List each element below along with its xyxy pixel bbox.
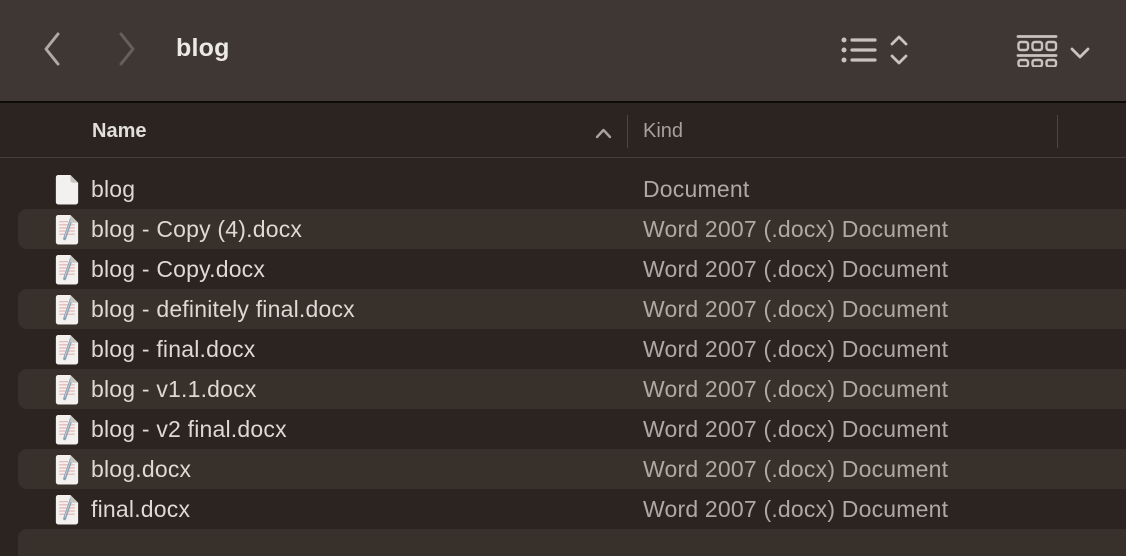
file-kind: Document: [643, 176, 749, 203]
file-row[interactable]: blog - definitely final.docx Word 2007 (…: [0, 289, 1126, 329]
finder-window: blog: [0, 0, 1126, 556]
file-kind: Word 2007 (.docx) Document: [643, 336, 948, 363]
list-view-button[interactable]: [841, 35, 877, 70]
file-row[interactable]: blog - v1.1.docx Word 2007 (.docx) Docum…: [0, 369, 1126, 409]
column-resize-handle[interactable]: [627, 115, 628, 148]
file-kind: Word 2007 (.docx) Document: [643, 416, 948, 443]
grid-group-icon: [1016, 34, 1058, 72]
file-name: blog - Copy.docx: [91, 256, 265, 283]
file-row[interactable]: blog Document: [0, 169, 1126, 209]
file-kind: Word 2007 (.docx) Document: [643, 456, 948, 483]
word-document-icon: [54, 414, 80, 445]
file-name: final.docx: [91, 496, 190, 523]
chevron-right-icon: [116, 30, 137, 73]
file-name: blog - definitely final.docx: [91, 296, 355, 323]
word-document-icon: [54, 454, 80, 485]
file-name: blog - Copy (4).docx: [91, 216, 302, 243]
file-name: blog - v1.1.docx: [91, 376, 257, 403]
window-title: blog: [176, 34, 230, 63]
file-row[interactable]: blog - Copy.docx Word 2007 (.docx) Docum…: [0, 249, 1126, 289]
word-document-icon: [54, 294, 80, 325]
up-down-chevrons-icon: [888, 33, 910, 72]
word-document-icon: [54, 334, 80, 365]
file-name: blog: [91, 176, 135, 203]
file-list: blog Document blog - Copy (4).docx Word …: [0, 158, 1126, 556]
file-row[interactable]: blog.docx Word 2007 (.docx) Document: [0, 449, 1126, 489]
column-header-name[interactable]: Name: [92, 120, 146, 143]
file-name: blog - final.docx: [91, 336, 256, 363]
word-document-icon: [54, 214, 80, 245]
group-by-button[interactable]: [1016, 34, 1058, 72]
file-row[interactable]: blog - Copy (4).docx Word 2007 (.docx) D…: [0, 209, 1126, 249]
file-kind: Word 2007 (.docx) Document: [643, 256, 948, 283]
word-document-icon: [54, 494, 80, 525]
generic-document-icon: [54, 174, 80, 205]
file-kind: Word 2007 (.docx) Document: [643, 296, 948, 323]
file-kind: Word 2007 (.docx) Document: [643, 216, 948, 243]
empty-file-row: [0, 529, 1126, 556]
word-document-icon: [54, 254, 80, 285]
file-row[interactable]: final.docx Word 2007 (.docx) Document: [0, 489, 1126, 529]
group-by-menu-chevron[interactable]: [1070, 46, 1090, 64]
file-name: blog - v2 final.docx: [91, 416, 287, 443]
view-sort-direction-control[interactable]: [888, 33, 910, 72]
back-button[interactable]: [41, 32, 63, 70]
chevron-up-icon: [595, 126, 612, 144]
column-resize-handle[interactable]: [1057, 115, 1058, 148]
file-kind: Word 2007 (.docx) Document: [643, 496, 948, 523]
chevron-left-icon: [42, 30, 63, 73]
column-header-row: Name Kind: [0, 103, 1126, 158]
list-view-icon: [841, 35, 877, 70]
file-row[interactable]: blog - v2 final.docx Word 2007 (.docx) D…: [0, 409, 1126, 449]
forward-button[interactable]: [115, 32, 137, 70]
toolbar: blog: [0, 0, 1126, 101]
chevron-down-icon: [1070, 46, 1090, 64]
word-document-icon: [54, 374, 80, 405]
file-row[interactable]: blog - final.docx Word 2007 (.docx) Docu…: [0, 329, 1126, 369]
column-header-kind[interactable]: Kind: [643, 120, 683, 143]
file-kind: Word 2007 (.docx) Document: [643, 376, 948, 403]
file-name: blog.docx: [91, 456, 191, 483]
